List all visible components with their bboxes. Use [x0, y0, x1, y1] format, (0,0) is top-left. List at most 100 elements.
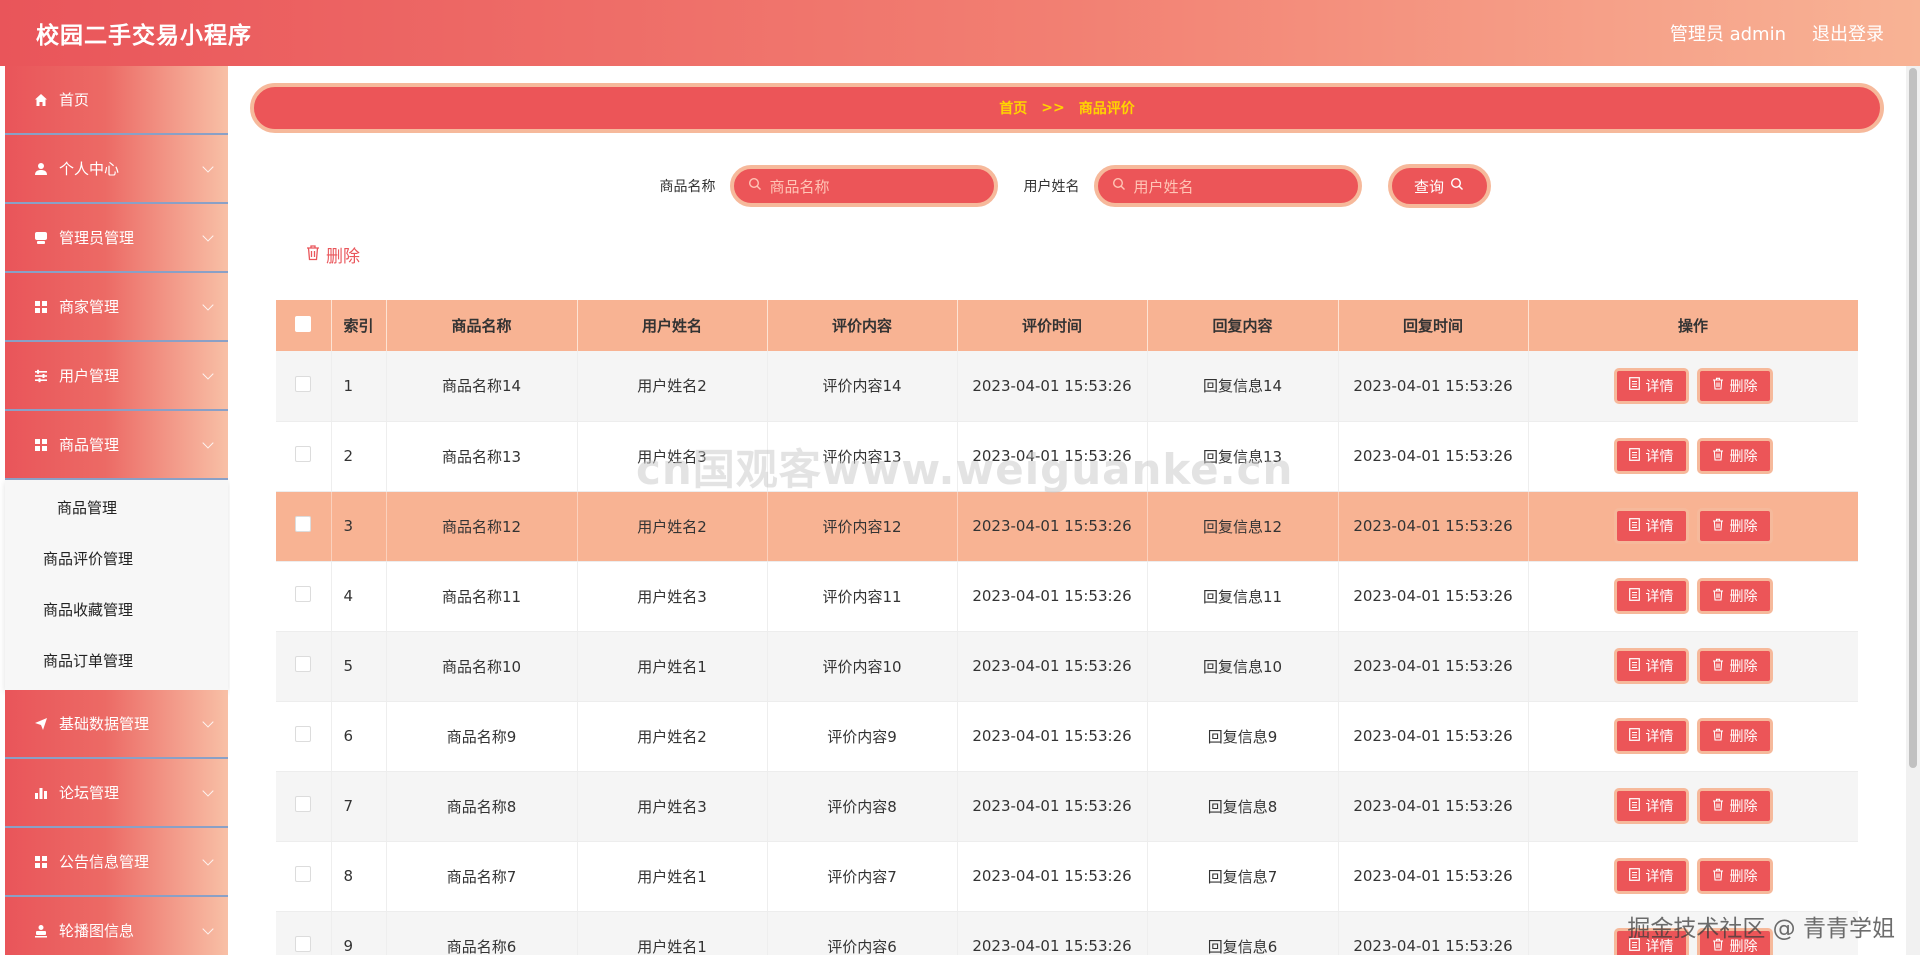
query-button[interactable]: 查询	[1387, 164, 1491, 208]
table-header-row: 索引 商品名称 用户姓名 评价内容 评价时间 回复内容 回复时间 操作	[276, 300, 1858, 351]
time-cell: 2023-04-01 15:53:26	[957, 491, 1148, 562]
sidebar-item-product-management[interactable]: 商品管理	[5, 411, 228, 480]
actions-cell: 详情 删除	[1528, 771, 1858, 842]
index-cell: 1	[331, 351, 387, 422]
detail-button-label: 详情	[1645, 939, 1674, 955]
delete-button[interactable]: 删除	[1696, 367, 1773, 404]
detail-button[interactable]: 详情	[1613, 508, 1689, 544]
column-header-index: 索引	[331, 300, 387, 351]
product-cell: 商品名称6	[386, 911, 578, 955]
detail-button[interactable]: 详情	[1613, 788, 1689, 824]
row-select-cell	[276, 491, 332, 562]
detail-button[interactable]: 详情	[1613, 367, 1689, 404]
sidebar-item-label: 公告信息管理	[59, 853, 150, 871]
search-icon	[1450, 177, 1464, 195]
batch-delete-label: 删除	[326, 247, 360, 267]
row-checkbox[interactable]	[295, 375, 312, 392]
detail-button[interactable]: 详情	[1613, 858, 1689, 894]
breadcrumb-home[interactable]: 首页	[999, 98, 1027, 118]
delete-button[interactable]: 删除	[1696, 508, 1773, 544]
delete-button[interactable]: 删除	[1696, 648, 1773, 684]
table-row[interactable]: 5 商品名称10 用户姓名1 评价内容10 2023-04-01 15:53:26 回复信…	[276, 631, 1858, 702]
row-checkbox[interactable]	[295, 796, 312, 812]
delete-button[interactable]: 删除	[1696, 718, 1773, 754]
row-checkbox[interactable]	[295, 866, 312, 882]
reply-time-cell: 2023-04-01 15:53:26	[1338, 911, 1529, 955]
column-header-reply: 回复内容	[1147, 300, 1339, 351]
document-icon	[1628, 867, 1640, 885]
header-user-area: 管理员 admin 退出登录	[1670, 20, 1884, 46]
actions-cell: 详情 删除	[1528, 631, 1858, 702]
delete-button[interactable]: 删除	[1696, 438, 1773, 474]
column-header-content: 评价内容	[767, 300, 958, 351]
delete-button[interactable]: 删除	[1696, 788, 1773, 824]
submenu-item-product-review[interactable]: 商品评价管理	[5, 533, 228, 584]
detail-button[interactable]: 详情	[1613, 578, 1689, 614]
content-cell: 评价内容6	[767, 911, 958, 955]
detail-button[interactable]: 详情	[1613, 648, 1689, 684]
breadcrumb-current: 商品评价	[1078, 101, 1135, 117]
table-row[interactable]: 4 商品名称11 用户姓名3 评价内容11 2023-04-01 15:53:26 回复信…	[276, 561, 1858, 632]
user-cell: 用户姓名1	[577, 841, 768, 912]
logout-link[interactable]: 退出登录	[1812, 20, 1884, 46]
reply-time-cell: 2023-04-01 15:53:26	[1338, 561, 1529, 632]
content-cell: 评价内容14	[767, 351, 958, 422]
delete-button[interactable]: 删除	[1696, 928, 1773, 955]
trash-icon	[1712, 377, 1724, 394]
user-cell: 用户姓名1	[577, 631, 768, 702]
sidebar-item-basic-data[interactable]: 基础数据管理	[5, 690, 228, 759]
sidebar-item-personal-center[interactable]: 个人中心	[5, 135, 228, 204]
user-name-input[interactable]: 用户姓名	[1093, 165, 1362, 207]
user-cell: 用户姓名3	[577, 561, 768, 632]
sidebar-item-carousel[interactable]: 轮播图信息	[5, 897, 228, 955]
content-cell: 评价内容10	[767, 631, 958, 702]
reply-time-cell: 2023-04-01 15:53:26	[1338, 351, 1529, 422]
sidebar-item-announcements[interactable]: 公告信息管理	[5, 828, 228, 897]
index-cell: 9	[331, 911, 387, 955]
row-checkbox[interactable]	[295, 586, 312, 602]
select-all-checkbox[interactable]	[295, 315, 312, 332]
submenu-item-product-favorites[interactable]: 商品收藏管理	[5, 584, 228, 635]
detail-button-label: 详情	[1645, 729, 1674, 745]
row-checkbox[interactable]	[295, 726, 312, 742]
detail-button[interactable]: 详情	[1613, 718, 1689, 754]
delete-button[interactable]: 删除	[1696, 578, 1773, 614]
product-name-input[interactable]: 商品名称	[729, 165, 998, 207]
reply-cell: 回复信息10	[1147, 631, 1339, 702]
scrollbar-thumb[interactable]	[1909, 68, 1917, 768]
table-row[interactable]: 9 商品名称6 用户姓名1 评价内容6 2023-04-01 15:53:26 回复信息6…	[276, 911, 1858, 955]
page-scrollbar[interactable]	[1906, 66, 1920, 955]
table-row[interactable]: 8 商品名称7 用户姓名1 评价内容7 2023-04-01 15:53:26 回复信息7…	[276, 841, 1858, 912]
batch-delete-button[interactable]: 删除	[305, 242, 360, 267]
product-name-placeholder: 商品名称	[769, 177, 830, 196]
detail-button[interactable]: 详情	[1613, 438, 1689, 474]
time-cell: 2023-04-01 15:53:26	[957, 561, 1148, 632]
table-row[interactable]: 3 商品名称12 用户姓名2 评价内容12 2023-04-01 15:53:26 回复信…	[276, 491, 1858, 562]
sidebar-item-forum[interactable]: 论坛管理	[5, 759, 228, 828]
product-cell: 商品名称7	[386, 841, 578, 912]
table-row[interactable]: 7 商品名称8 用户姓名3 评价内容8 2023-04-01 15:53:26 回复信息8…	[276, 771, 1858, 842]
time-cell: 2023-04-01 15:53:26	[957, 351, 1148, 422]
sidebar-item-user-management[interactable]: 用户管理	[5, 342, 228, 411]
sidebar-item-label: 管理员管理	[59, 229, 135, 247]
submenu-item-product[interactable]: 商品管理	[5, 482, 228, 533]
row-checkbox[interactable]	[295, 936, 312, 952]
row-checkbox[interactable]	[295, 446, 312, 462]
document-icon	[1628, 937, 1640, 955]
select-all-cell	[276, 300, 332, 351]
table-row[interactable]: 1 商品名称14 用户姓名2 评价内容14 2023-04-01 15:53:26 回复信…	[276, 351, 1858, 422]
index-cell: 4	[331, 561, 387, 632]
delete-button[interactable]: 删除	[1696, 858, 1773, 894]
table-row[interactable]: 6 商品名称9 用户姓名2 评价内容9 2023-04-01 15:53:26 回复信息9…	[276, 701, 1858, 772]
submenu-item-product-orders[interactable]: 商品订单管理	[5, 635, 228, 686]
query-button-label: 查询	[1413, 177, 1444, 196]
sidebar-item-home[interactable]: 首页	[5, 66, 228, 135]
row-checkbox[interactable]	[295, 656, 312, 672]
sidebar-item-admin-management[interactable]: 管理员管理	[5, 204, 228, 273]
row-checkbox[interactable]	[295, 516, 312, 532]
table-row[interactable]: 2 商品名称13 用户姓名3 评价内容13 2023-04-01 15:53:26 回复信…	[276, 421, 1858, 492]
detail-button[interactable]: 详情	[1613, 928, 1689, 955]
content-cell: 评价内容12	[767, 491, 958, 562]
row-select-cell	[276, 561, 332, 632]
sidebar-item-merchant-management[interactable]: 商家管理	[5, 273, 228, 342]
